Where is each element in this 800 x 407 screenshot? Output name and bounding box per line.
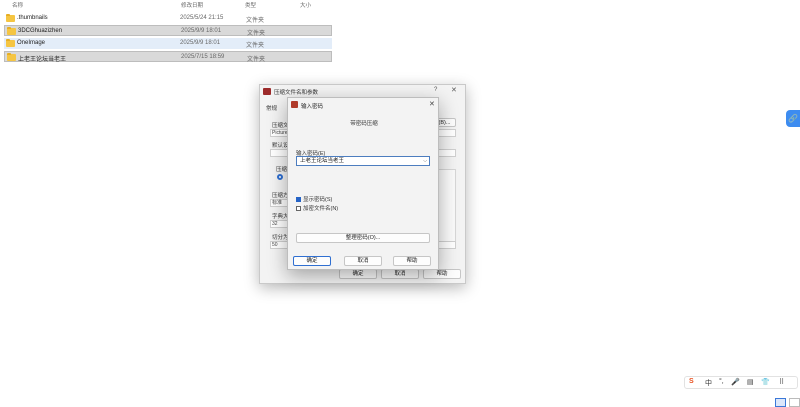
organize-passwords-button[interactable]: 整理密码(O)...	[296, 233, 430, 243]
checkbox-checked[interactable]	[296, 197, 301, 203]
password-input[interactable]: 上老王论坛当老王 ⌵	[296, 156, 430, 166]
tiles-view-button[interactable]	[789, 398, 800, 407]
help-button[interactable]: 帮助	[393, 256, 431, 266]
encrypt-names-checkbox[interactable]: 加密文件名(N)	[296, 204, 338, 212]
skin-icon[interactable]: 👕	[761, 378, 770, 386]
folder-icon	[7, 53, 16, 61]
file-type: 文件夹	[247, 31, 266, 37]
password-mode-heading: 带密码压缩	[350, 121, 378, 127]
folder-icon	[6, 14, 15, 22]
grid-menu-icon[interactable]: ⠿	[779, 378, 784, 386]
show-password-label: 显示密码(S)	[303, 197, 333, 203]
file-row[interactable]: 上老王论坛当老王 2025/7/15 18:59 文件夹	[4, 51, 332, 63]
file-date: 2025/9/9 18:01	[181, 28, 222, 34]
winrar-icon	[291, 101, 298, 108]
password-dialog-title: 输入密码	[301, 104, 324, 110]
column-date[interactable]: 修改日期	[181, 1, 203, 9]
file-name: 3DCGhuazizhen	[18, 28, 63, 34]
folder-icon	[6, 39, 15, 47]
file-type: 文件夹	[246, 18, 265, 24]
password-dialog: 输入密码 ✕ 带密码压缩 输入密码(E) 上老王论坛当老王 ⌵ 显示密码(S) …	[287, 97, 439, 270]
microphone-icon[interactable]: 🎤	[731, 378, 740, 386]
ok-button[interactable]: 确定	[339, 269, 377, 279]
password-value: 上老王论坛当老王	[300, 158, 345, 164]
ok-button[interactable]: 确定	[293, 256, 331, 266]
file-name: 上老王论坛当老王	[18, 57, 67, 63]
details-view-button[interactable]	[775, 398, 786, 407]
archive-dialog-title: 压缩文件名和参数	[274, 90, 319, 96]
winrar-icon	[263, 88, 271, 95]
file-row[interactable]: 3DCGhuazizhen 2025/9/9 18:01 文件夹	[4, 25, 332, 37]
tab-general[interactable]: 常规	[266, 104, 277, 112]
file-type: 文件夹	[247, 57, 266, 63]
format-radio[interactable]	[277, 174, 283, 180]
file-row[interactable]: OneImage 2025/9/9 18:01 文件夹	[4, 38, 332, 49]
sogou-logo-icon[interactable]: S	[689, 378, 694, 385]
help-icon[interactable]: ?	[434, 87, 437, 93]
file-row[interactable]: .thumbnails 2025/5/24 21:15 文件夹	[4, 13, 332, 24]
file-type: 文件夹	[246, 43, 265, 49]
file-name: OneImage	[17, 40, 46, 46]
column-size[interactable]: 大小	[300, 1, 311, 9]
checkbox-unchecked[interactable]	[296, 206, 301, 212]
file-name: .thumbnails	[17, 15, 48, 21]
ime-toolbar: S 中 °, 🎤 ▤ 👕 ⠿	[684, 376, 798, 389]
column-type[interactable]: 类型	[245, 1, 256, 9]
file-list-header: 名称 修改日期 类型 大小	[0, 0, 340, 10]
close-icon[interactable]: ✕	[451, 86, 457, 94]
cancel-button[interactable]: 取消	[381, 269, 419, 279]
file-date: 2025/9/9 18:01	[180, 40, 221, 46]
encrypt-names-label: 加密文件名(N)	[303, 206, 339, 212]
folder-icon	[7, 27, 16, 35]
language-toggle[interactable]: 中	[705, 378, 712, 388]
keyboard-icon[interactable]: ▤	[747, 378, 754, 386]
close-icon[interactable]: ✕	[429, 100, 435, 108]
column-name[interactable]: 名称	[12, 1, 23, 9]
file-date: 2025/7/15 18:59	[181, 54, 225, 60]
link-icon[interactable]: 🔗	[786, 110, 800, 127]
file-date: 2025/5/24 21:15	[180, 15, 224, 21]
chevron-down-icon[interactable]: ⌵	[423, 157, 427, 165]
cancel-button[interactable]: 取消	[344, 256, 382, 266]
show-password-checkbox[interactable]: 显示密码(S)	[296, 195, 332, 203]
help-button[interactable]: 帮助	[423, 269, 461, 279]
punctuation-toggle[interactable]: °,	[719, 378, 724, 385]
